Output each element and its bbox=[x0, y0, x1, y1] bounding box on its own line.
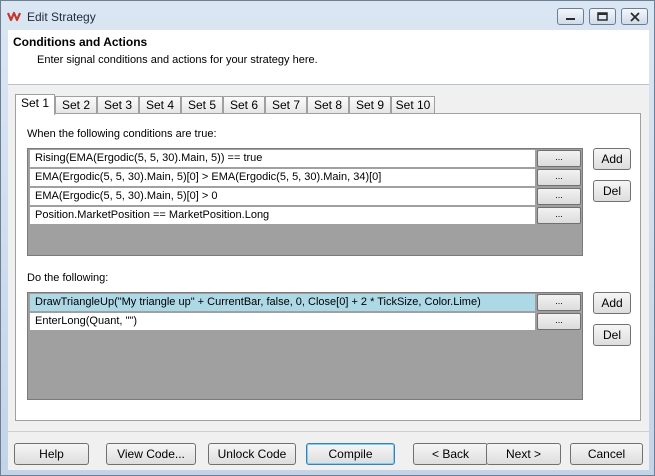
next-button[interactable]: Next > bbox=[486, 443, 561, 465]
action-expression[interactable]: DrawTriangleUp("My triangle up" + Curren… bbox=[29, 293, 536, 312]
delete-condition-button[interactable]: Del bbox=[593, 180, 631, 202]
condition-expression[interactable]: Position.MarketPosition == MarketPositio… bbox=[29, 206, 536, 225]
condition-row[interactable]: EMA(Ergodic(5, 5, 30).Main, 5)[0] > EMA(… bbox=[29, 168, 582, 187]
tab-set-1[interactable]: Set 1 bbox=[15, 94, 55, 115]
conditions-grid: Rising(EMA(Ergodic(5, 5, 30).Main, 5)) =… bbox=[27, 148, 583, 256]
minimize-button[interactable] bbox=[557, 8, 584, 25]
cancel-button[interactable]: Cancel bbox=[570, 443, 643, 465]
tab-set-7[interactable]: Set 7 bbox=[265, 96, 307, 114]
edit-strategy-window: Edit Strategy Conditions and Actions Ent… bbox=[0, 0, 655, 476]
actions-label: Do the following: bbox=[27, 272, 109, 284]
tab-set-9[interactable]: Set 9 bbox=[349, 96, 391, 114]
compile-button[interactable]: Compile bbox=[306, 443, 395, 465]
action-edit-button[interactable]: ... bbox=[537, 313, 581, 330]
tab-set-6[interactable]: Set 6 bbox=[223, 96, 265, 114]
condition-edit-button[interactable]: ... bbox=[537, 207, 581, 224]
condition-expression[interactable]: EMA(Ergodic(5, 5, 30).Main, 5)[0] > EMA(… bbox=[29, 168, 536, 187]
tab-set-10[interactable]: Set 10 bbox=[391, 96, 435, 114]
app-logo-icon bbox=[7, 11, 21, 22]
header-panel: Conditions and Actions Enter signal cond… bbox=[8, 30, 649, 85]
page-subtitle: Enter signal conditions and actions for … bbox=[37, 54, 318, 66]
condition-row[interactable]: Rising(EMA(Ergodic(5, 5, 30).Main, 5)) =… bbox=[29, 149, 582, 168]
unlock-code-button[interactable]: Unlock Code bbox=[208, 443, 296, 465]
delete-action-button[interactable]: Del bbox=[593, 324, 631, 346]
condition-edit-button[interactable]: ... bbox=[537, 169, 581, 186]
add-action-button[interactable]: Add bbox=[593, 292, 631, 314]
maximize-button[interactable] bbox=[589, 8, 616, 25]
close-button[interactable] bbox=[621, 8, 648, 25]
condition-edit-button[interactable]: ... bbox=[537, 188, 581, 205]
window-title: Edit Strategy bbox=[27, 10, 96, 24]
tab-set-2[interactable]: Set 2 bbox=[55, 96, 97, 114]
back-button[interactable]: < Back bbox=[413, 443, 488, 465]
action-row[interactable]: DrawTriangleUp("My triangle up" + Curren… bbox=[29, 293, 582, 312]
action-edit-button[interactable]: ... bbox=[537, 294, 581, 311]
condition-expression[interactable]: Rising(EMA(Ergodic(5, 5, 30).Main, 5)) =… bbox=[29, 149, 536, 168]
condition-expression[interactable]: EMA(Ergodic(5, 5, 30).Main, 5)[0] > 0 bbox=[29, 187, 536, 206]
maximize-icon bbox=[597, 12, 608, 21]
minimize-icon bbox=[566, 18, 575, 20]
help-button[interactable]: Help bbox=[14, 443, 89, 465]
tab-set-3[interactable]: Set 3 bbox=[97, 96, 139, 114]
condition-edit-button[interactable]: ... bbox=[537, 150, 581, 167]
condition-row[interactable]: EMA(Ergodic(5, 5, 30).Main, 5)[0] > 0 ..… bbox=[29, 187, 582, 206]
view-code-button[interactable]: View Code... bbox=[106, 443, 196, 465]
action-row[interactable]: EnterLong(Quant, "") ... bbox=[29, 312, 582, 331]
tab-set-8[interactable]: Set 8 bbox=[307, 96, 349, 114]
conditions-label: When the following conditions are true: bbox=[27, 128, 217, 140]
action-expression[interactable]: EnterLong(Quant, "") bbox=[29, 312, 536, 331]
tab-panel: When the following conditions are true: … bbox=[15, 113, 641, 421]
tab-set-5[interactable]: Set 5 bbox=[181, 96, 223, 114]
condition-row[interactable]: Position.MarketPosition == MarketPositio… bbox=[29, 206, 582, 225]
tab-set-4[interactable]: Set 4 bbox=[139, 96, 181, 114]
title-bar[interactable]: Edit Strategy bbox=[1, 1, 654, 30]
close-icon bbox=[630, 12, 640, 22]
content-area: Set 1 Set 2 Set 3 Set 4 Set 5 Set 6 Set … bbox=[8, 85, 649, 470]
footer-divider bbox=[8, 431, 649, 432]
actions-grid: DrawTriangleUp("My triangle up" + Curren… bbox=[27, 292, 583, 400]
page-title: Conditions and Actions bbox=[13, 35, 148, 49]
add-condition-button[interactable]: Add bbox=[593, 148, 631, 170]
